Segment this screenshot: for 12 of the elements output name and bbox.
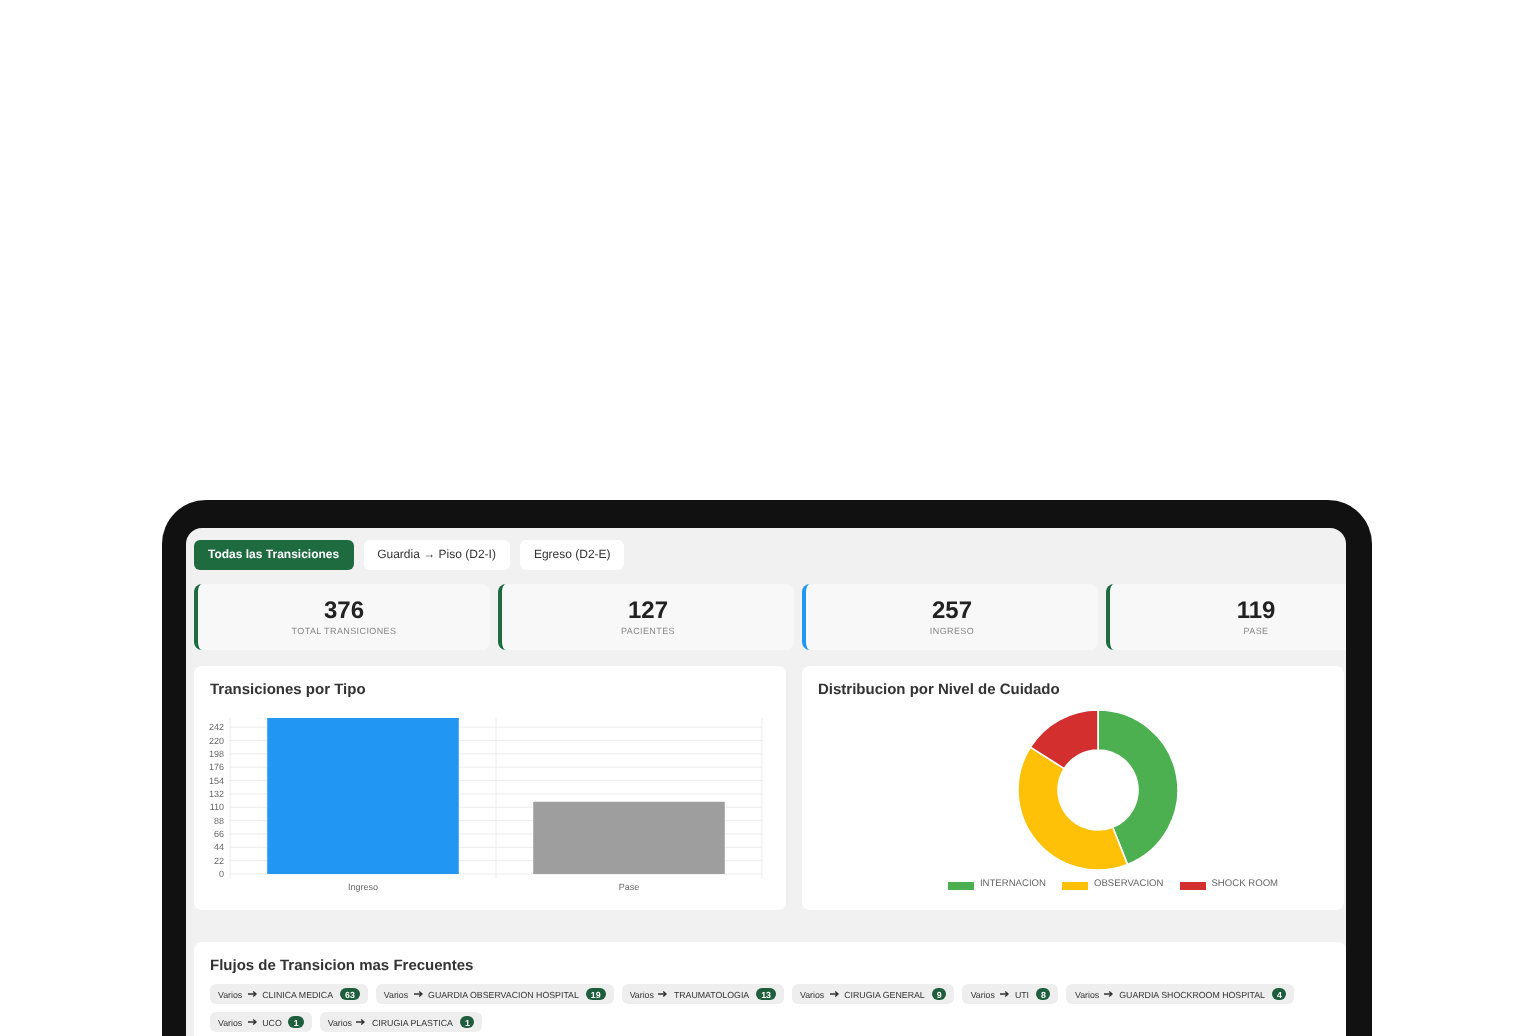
arrow-icon — [999, 990, 1010, 998]
arrow-icon — [247, 1018, 258, 1026]
arrow-icon — [1104, 990, 1115, 998]
arrow-icon — [247, 990, 258, 998]
stat-value: 257 — [931, 598, 973, 624]
arrow-icon — [413, 990, 424, 998]
stat-value: 119 — [1236, 598, 1276, 624]
arrow-icon — [829, 990, 840, 998]
arrow-icon — [356, 1018, 367, 1026]
arrow-icon — [658, 990, 669, 998]
stat-value: 376 — [323, 598, 365, 624]
stat-value: 127 — [627, 598, 669, 624]
